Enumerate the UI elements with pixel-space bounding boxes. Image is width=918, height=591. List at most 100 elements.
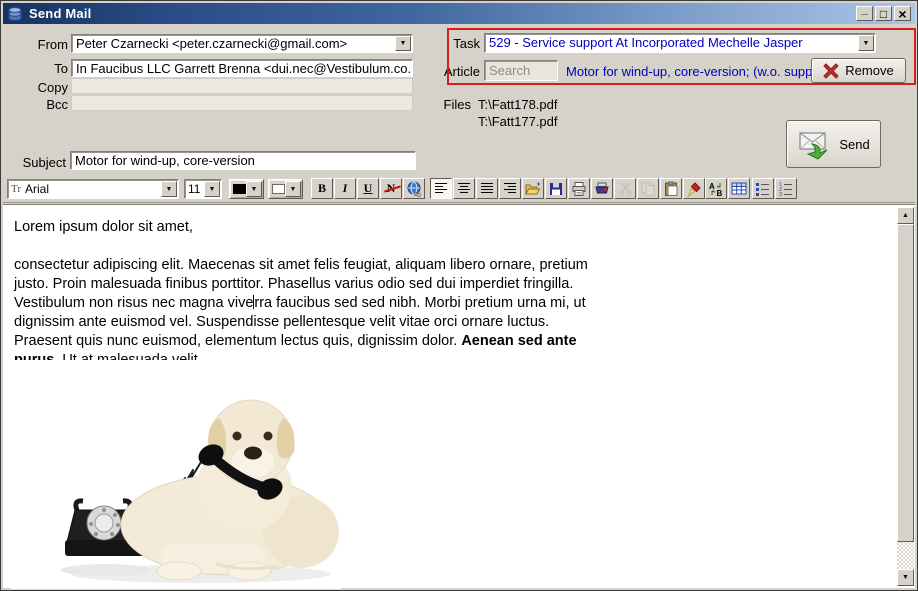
titlebar[interactable]: Send Mail _ □ × <box>3 3 915 24</box>
hyperlink-button[interactable] <box>403 178 425 199</box>
subject-input[interactable]: Motor for wind-up, core-version <box>70 151 416 170</box>
numbered-list-button[interactable]: 123 <box>775 178 797 199</box>
align-left-icon <box>434 182 448 195</box>
print-button[interactable] <box>568 178 590 199</box>
message-body-editor[interactable]: Lorem ipsum dolor sit amet, consectetur … <box>3 204 915 588</box>
strikethrough-icon: N <box>387 181 396 196</box>
align-justify-icon <box>480 182 494 195</box>
editor-scrollbar[interactable]: ▲ ▼ <box>897 207 914 586</box>
article-label: Article <box>427 64 480 79</box>
strikethrough-button[interactable]: N <box>380 178 402 199</box>
dog-with-telephone-image[interactable] <box>11 360 341 589</box>
paragraph-gap <box>14 237 592 256</box>
task-dropdown-button[interactable]: ▼ <box>858 35 874 51</box>
app-icon[interactable] <box>7 6 23 22</box>
size-dropdown-button[interactable]: ▼ <box>204 181 220 197</box>
maximize-icon: □ <box>880 8 887 20</box>
send-button[interactable]: Send <box>786 120 881 168</box>
align-left-button[interactable] <box>430 178 452 199</box>
task-value: 529 - Service support At Incorporated Me… <box>489 35 803 50</box>
article-search-input[interactable] <box>484 60 558 81</box>
copy-label: Copy <box>0 80 68 95</box>
cut-button <box>614 178 636 199</box>
to-label: To <box>0 61 68 76</box>
align-center-button[interactable] <box>453 178 475 199</box>
bold-button[interactable]: B <box>311 178 333 199</box>
task-combobox[interactable]: 529 - Service support At Incorporated Me… <box>484 33 876 53</box>
highlight-color-picker[interactable]: ▼ <box>268 179 303 199</box>
file-attachment[interactable]: T:\Fatt178.pdf <box>478 97 558 112</box>
text-run: Lorem ipsum dolor sit amet, <box>14 219 193 235</box>
chevron-down-icon: ▼ <box>209 186 216 193</box>
close-button[interactable]: × <box>894 6 911 21</box>
underline-icon: U <box>364 181 373 196</box>
italic-icon: I <box>343 181 348 196</box>
bcc-input[interactable] <box>71 95 413 111</box>
window-controls: _ □ × <box>856 6 911 21</box>
underline-button[interactable]: U <box>357 178 379 199</box>
remove-x-icon <box>823 63 839 79</box>
close-icon: × <box>898 7 906 21</box>
scroll-up-button[interactable]: ▲ <box>897 207 914 224</box>
chevron-down-icon: ▼ <box>290 186 297 193</box>
save-button[interactable] <box>545 178 567 199</box>
replace-ab-icon: A B <box>708 181 724 197</box>
send-envelope-icon <box>797 128 833 160</box>
font-size-combobox[interactable]: 11 ▼ <box>184 179 222 199</box>
chevron-down-icon: ▼ <box>863 40 870 47</box>
print-setup-icon <box>594 181 610 197</box>
italic-button[interactable]: I <box>334 178 356 199</box>
format-painter-button[interactable] <box>683 178 705 199</box>
font-dropdown-button[interactable]: ▼ <box>161 181 177 197</box>
paste-button[interactable] <box>660 178 682 199</box>
svg-text:3: 3 <box>779 192 782 197</box>
font-family-combobox[interactable]: Tr Arial ▼ <box>7 179 179 199</box>
print-setup-button[interactable] <box>591 178 613 199</box>
subject-value: Motor for wind-up, core-version <box>75 153 255 168</box>
message-text: Lorem ipsum dolor sit amet, consectetur … <box>14 218 592 370</box>
copy-button <box>637 178 659 199</box>
paragraph: Lorem ipsum dolor sit amet, <box>14 218 592 237</box>
copy-pages-icon <box>640 181 656 197</box>
to-input[interactable]: In Faucibus LLC Garrett Brenna <dui.nec@… <box>71 59 413 77</box>
to-value: In Faucibus LLC Garrett Brenna <dui.nec@… <box>76 61 413 76</box>
scissors-icon <box>618 181 633 197</box>
format-toolbar: Tr Arial ▼ 11 ▼ ▼ ▼ B I U N <box>3 176 915 203</box>
bgcolor-dropdown-button[interactable]: ▼ <box>285 181 301 197</box>
text-color-swatch <box>233 184 246 194</box>
bullet-list-button[interactable] <box>752 178 774 199</box>
copy-input[interactable] <box>71 78 413 94</box>
globe-link-icon <box>406 181 422 197</box>
article-value: Motor for wind-up, core-version; (w.o. s… <box>566 64 844 79</box>
scrollbar-thumb[interactable] <box>897 224 914 542</box>
replace-button[interactable]: A B <box>705 178 727 199</box>
bullet-list-icon <box>755 181 771 197</box>
from-dropdown-button[interactable]: ▼ <box>395 36 411 51</box>
open-folder-icon <box>525 181 541 197</box>
send-mail-window: Send Mail _ □ × From Peter Czarnecki <pe… <box>0 0 918 591</box>
send-label: Send <box>839 137 869 152</box>
bcc-label: Bcc <box>0 97 68 112</box>
svg-text:B: B <box>717 189 723 197</box>
insert-table-button[interactable] <box>728 178 750 199</box>
file-attachment[interactable]: T:\Fatt177.pdf <box>478 114 558 129</box>
remove-button[interactable]: Remove <box>811 58 906 83</box>
scroll-down-button[interactable]: ▼ <box>897 569 914 586</box>
from-combobox[interactable]: Peter Czarnecki <peter.czarnecki@gmail.c… <box>71 34 413 53</box>
printer-icon <box>571 181 587 197</box>
paragraph: consectetur adipiscing elit. Maecenas si… <box>14 256 592 370</box>
chevron-down-icon: ▼ <box>400 40 407 47</box>
open-file-button[interactable] <box>522 178 544 199</box>
minimize-button[interactable]: _ <box>856 6 873 21</box>
align-justify-button[interactable] <box>476 178 498 199</box>
task-label: Task <box>427 36 480 51</box>
font-family-value: Arial <box>25 182 49 196</box>
color-dropdown-button[interactable]: ▼ <box>246 181 262 197</box>
maximize-button[interactable]: □ <box>875 6 892 21</box>
align-right-button[interactable] <box>499 178 521 199</box>
highlight-color-swatch <box>272 184 285 194</box>
svg-text:A: A <box>709 182 715 191</box>
text-color-picker[interactable]: ▼ <box>229 179 264 199</box>
subject-label: Subject <box>0 155 66 170</box>
from-label: From <box>0 37 68 52</box>
